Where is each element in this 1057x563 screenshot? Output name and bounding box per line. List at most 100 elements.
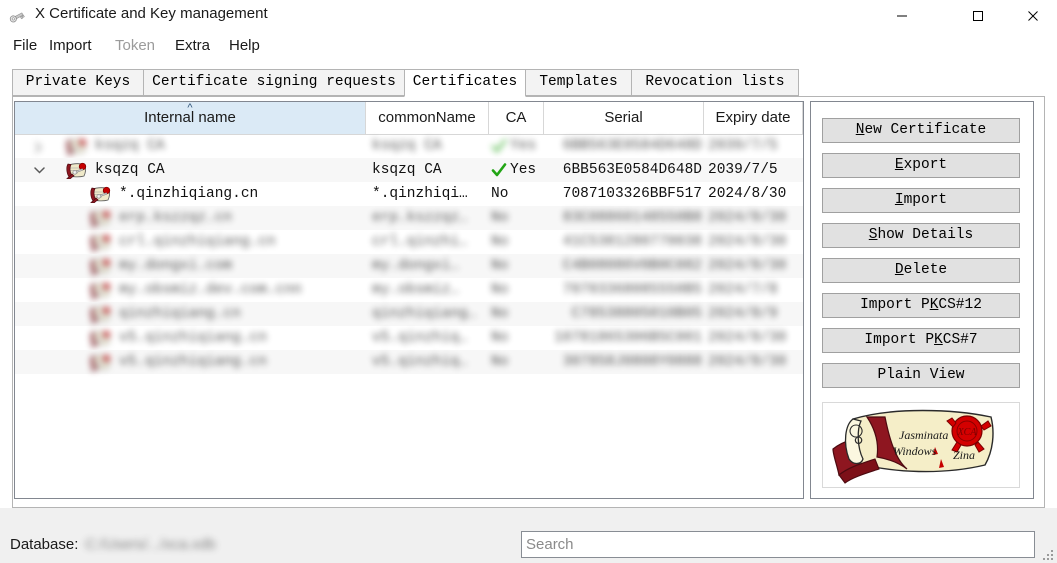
cell-ca: No xyxy=(491,282,509,298)
cell-expiry-date: 2039/7/5 xyxy=(708,138,778,154)
minimize-button[interactable] xyxy=(879,0,925,31)
tab-certificates[interactable]: Certificates xyxy=(404,69,526,97)
action-button-panel: New Certificate Export Import Show Details D… xyxy=(810,101,1034,499)
cell-ca: Yes xyxy=(510,162,537,178)
certificate-icon xyxy=(89,234,111,252)
certificate-icon xyxy=(65,162,87,180)
cell-common-name: erp.kszzqz… xyxy=(372,210,468,226)
logo-line3: Zina xyxy=(953,448,975,462)
column-header-common-name[interactable]: commonName xyxy=(366,102,489,134)
chevron-right-icon[interactable] xyxy=(33,134,47,158)
title-bar: X Certificate and Key management xyxy=(0,0,1057,31)
table-row[interactable]: erp.kszzqz.cn erp.kszzqz… No 83C08860148550… xyxy=(15,206,803,230)
search-input[interactable] xyxy=(521,531,1035,558)
cell-expiry-date: 2039/7/5 xyxy=(708,162,778,178)
cell-ca: No xyxy=(491,306,509,322)
ca-check-icon xyxy=(491,138,507,154)
table-row[interactable]: my.obsmiz.dev.com.cnn my.obsmiz… No 7070336… xyxy=(15,278,803,302)
chevron-down-icon[interactable] xyxy=(33,158,47,182)
menu-item-help[interactable]: Help xyxy=(224,35,265,56)
tab-bar: Private Keys Certificate signing requests… xyxy=(12,69,1045,97)
app-window: X Certificate and Key management File Imp… xyxy=(0,0,1057,563)
cell-serial: 7087103326BBF517 xyxy=(562,186,702,202)
column-header-ca[interactable]: CA xyxy=(489,102,544,134)
cell-internal-name: crl.qinzhiqiang.cn xyxy=(119,234,276,250)
svg-text:XCA: XCA xyxy=(957,427,978,438)
database-path: C:/Users/.../xca.xdb xyxy=(85,536,216,553)
tab-templates[interactable]: Templates xyxy=(525,69,632,96)
cell-expiry-date: 2024/7/8 xyxy=(708,282,778,298)
ca-check-icon xyxy=(491,162,507,178)
import-button[interactable]: Import xyxy=(822,188,1020,213)
table-row[interactable]: crl.qinzhiqiang.cn crl.qinzhi… No 41C538128… xyxy=(15,230,803,254)
cell-serial: 10781865306B5C001 xyxy=(554,330,702,346)
certificate-icon xyxy=(89,186,111,204)
cell-common-name: ksqzq CA xyxy=(372,138,442,154)
cell-expiry-date: 2024/8/9 xyxy=(708,306,778,322)
tab-certificate-signing-requests[interactable]: Certificate signing requests xyxy=(143,69,405,96)
table-row[interactable]: ksqzq CA ksqzq CA Yes 6BB563E0584D648D 2039/… xyxy=(15,134,803,158)
table-body: ksqzq CA ksqzq CA Yes 6BB563E0584D648D 2039/… xyxy=(15,134,803,498)
import-pkcs-7-button[interactable]: Import PKCS#7 xyxy=(822,328,1020,353)
cell-ca: No xyxy=(491,258,509,274)
close-button[interactable] xyxy=(1010,0,1056,31)
cell-internal-name: ksqzq CA xyxy=(95,162,165,178)
xca-scroll-logo: XCA Jasminata Windows Zina xyxy=(822,402,1020,488)
cell-expiry-date: 2024/8/30 xyxy=(708,234,787,250)
close-icon xyxy=(1028,10,1038,21)
window-title: X Certificate and Key management xyxy=(35,5,268,22)
show-details-button[interactable]: Show Details xyxy=(822,223,1020,248)
cell-ca: No xyxy=(491,186,509,202)
cell-common-name: v5.qinzhiq… xyxy=(372,330,468,346)
table-row[interactable]: ksqzq CA ksqzq CA Yes 6BB563E0584D648D 2039/… xyxy=(15,158,803,182)
cell-ca: No xyxy=(491,234,509,250)
sort-ascending-icon: ^ xyxy=(187,102,193,114)
cell-serial: 6BB563E0584D648D xyxy=(562,162,702,178)
key-icon xyxy=(9,6,29,26)
certificate-icon xyxy=(89,306,111,324)
column-header-label: commonName xyxy=(378,109,476,126)
import-pkcs-12-button[interactable]: Import PKCS#12 xyxy=(822,293,1020,318)
menu-item-token: Token xyxy=(115,37,156,54)
column-header-serial[interactable]: Serial xyxy=(544,102,704,134)
cell-internal-name: qinzhiqiang.cn xyxy=(119,306,241,322)
tab-revocation-lists[interactable]: Revocation lists xyxy=(631,69,799,96)
maximize-icon xyxy=(973,10,983,21)
export-button[interactable]: Export xyxy=(822,153,1020,178)
cell-internal-name: my.obsmiz.dev.com.cnn xyxy=(119,282,302,298)
table-row[interactable]: my.dongxi.com my.dongxi… No C4B08086V0B0C08… xyxy=(15,254,803,278)
cell-expiry-date: 2024/8/30 xyxy=(708,330,787,346)
resize-grip[interactable] xyxy=(1042,548,1054,560)
maximize-button[interactable] xyxy=(955,0,1001,31)
cell-ca: No xyxy=(491,210,509,226)
table-header-row: ^ Internal name commonName CA Serial Expiry d… xyxy=(15,102,803,135)
table-row[interactable]: qinzhiqiang.cn qinzhiqiang… No C78538805010… xyxy=(15,302,803,326)
column-header-expiry-date[interactable]: Expiry date xyxy=(704,102,803,134)
menu-bar: File Import Token Extra Help xyxy=(0,31,1057,62)
column-header-internal-name[interactable]: ^ Internal name xyxy=(15,102,366,134)
delete-button[interactable]: Delete xyxy=(822,258,1020,283)
minimize-icon xyxy=(897,15,907,16)
cell-serial: 307858J0808Y0888 xyxy=(562,354,702,370)
certificates-table[interactable]: ^ Internal name commonName CA Serial Expiry d… xyxy=(14,101,804,499)
menu-item-import[interactable]: Import xyxy=(44,35,97,56)
menu-item-extra[interactable]: Extra xyxy=(170,35,215,56)
cell-serial: C78538805010B05 xyxy=(571,306,702,322)
tab-private-keys[interactable]: Private Keys xyxy=(12,69,144,96)
menu-item-file[interactable]: File xyxy=(8,35,42,56)
logo-line1: Jasminata xyxy=(899,428,948,442)
table-row[interactable]: v5.qinzhiqiang.cn v5.qinzhiq… No 1078186530… xyxy=(15,326,803,350)
table-row[interactable]: *.qinzhiqiang.cn *.qinzhiqi… No 7087103326B… xyxy=(15,182,803,206)
cell-common-name: crl.qinzhi… xyxy=(372,234,468,250)
new-certificate-button[interactable]: New Certificate xyxy=(822,118,1020,143)
cell-serial: 41C5381280770038 xyxy=(562,234,702,250)
table-row[interactable]: v5.qinzhiqiang.cn v5.qinzhiq… No 307858J080… xyxy=(15,350,803,374)
cell-serial: 70703368085550B5 xyxy=(562,282,702,298)
certificate-icon xyxy=(89,330,111,348)
plain-view-button[interactable]: Plain View xyxy=(822,363,1020,388)
cell-ca: No xyxy=(491,330,509,346)
certificate-icon xyxy=(89,210,111,228)
cell-serial: 6BB563E0584D648D xyxy=(562,138,702,154)
cell-common-name: v5.qinzhiq… xyxy=(372,354,468,370)
certificate-icon xyxy=(89,258,111,276)
